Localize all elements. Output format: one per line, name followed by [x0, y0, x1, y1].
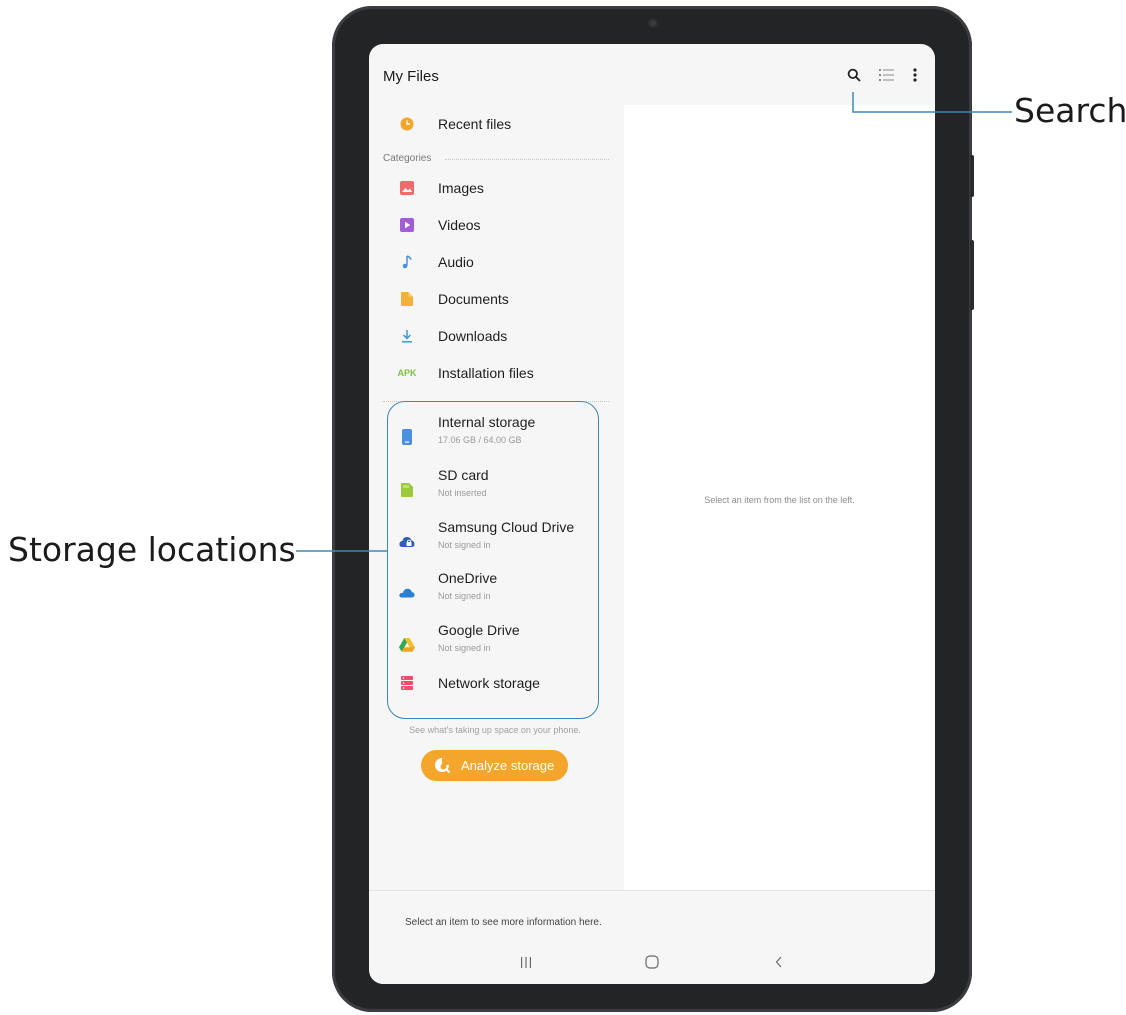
storage-callout-label: Storage locations — [8, 530, 296, 569]
search-callout-line — [852, 92, 1012, 113]
callout-lines — [296, 92, 1012, 552]
search-callout-label: Search — [1014, 91, 1126, 130]
